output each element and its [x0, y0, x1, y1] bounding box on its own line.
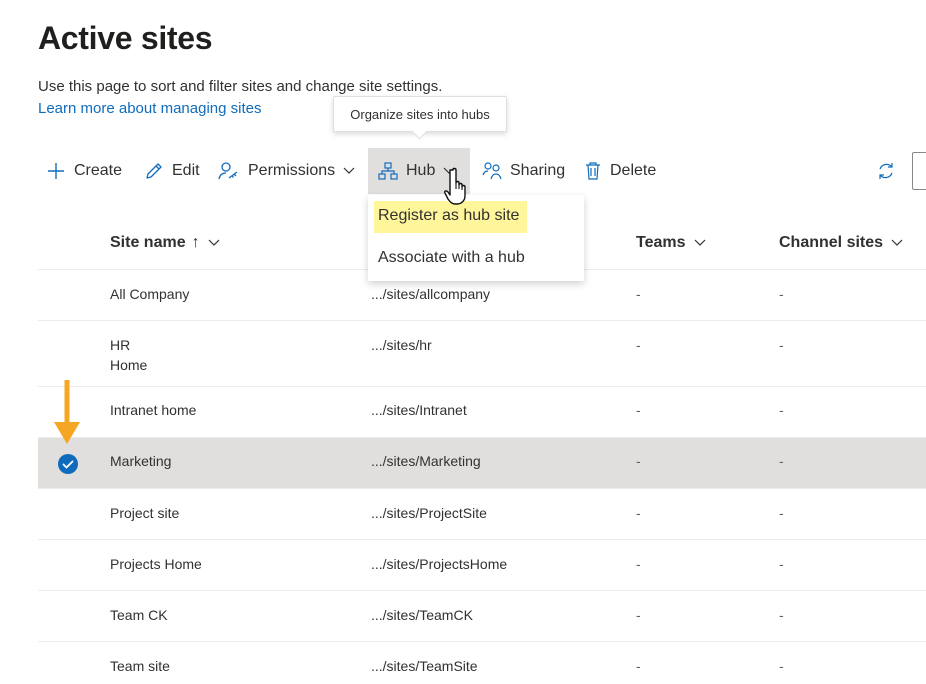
site-name[interactable]: Marketing	[110, 453, 171, 469]
table-row[interactable]: Project site .../sites/ProjectSite - -	[38, 489, 926, 540]
site-url: .../sites/Intranet	[371, 402, 467, 418]
command-bar: Create Edit Permissions Hub Sharing Dele…	[38, 148, 926, 194]
site-name-line-2: Home	[110, 357, 148, 373]
site-teams: -	[636, 286, 641, 302]
hub-icon	[378, 161, 398, 181]
site-name-line-1: HR	[110, 337, 131, 353]
column-channel-sites[interactable]: Channel sites	[779, 234, 903, 252]
table-row-selected[interactable]: Marketing .../sites/Marketing - -	[38, 438, 926, 489]
sites-table-body: All Company .../sites/allcompany - - HR …	[38, 270, 926, 684]
site-teams: -	[636, 556, 641, 572]
associate-hub-item[interactable]: Associate with a hub	[378, 249, 525, 267]
create-button[interactable]: Create	[46, 148, 122, 194]
table-row[interactable]: Projects Home .../sites/ProjectsHome - -	[38, 540, 926, 591]
people-key-icon	[218, 161, 240, 181]
chevron-down-icon	[694, 234, 706, 252]
pencil-icon	[144, 161, 164, 181]
delete-button[interactable]: Delete	[584, 148, 656, 194]
site-name[interactable]: Project site	[110, 505, 179, 521]
site-teams: -	[636, 453, 641, 469]
page-title: Active sites	[38, 20, 213, 56]
delete-label: Delete	[610, 162, 657, 179]
refresh-icon	[876, 161, 896, 181]
table-row[interactable]: HR Home .../sites/hr - -	[38, 321, 926, 387]
site-url: .../sites/hr	[371, 337, 432, 353]
site-channel-sites: -	[779, 607, 784, 623]
column-teams[interactable]: Teams	[636, 234, 706, 252]
annotation-arrow-icon	[52, 380, 82, 450]
table-row[interactable]: Intranet home .../sites/Intranet - -	[38, 387, 926, 438]
trash-icon	[584, 161, 602, 181]
sort-ascending-icon: ↑	[191, 234, 200, 251]
create-label: Create	[74, 162, 123, 179]
site-channel-sites: -	[779, 286, 784, 302]
site-url: .../sites/ProjectSite	[371, 505, 487, 521]
table-row[interactable]: Team CK .../sites/TeamCK - -	[38, 591, 926, 642]
permissions-button[interactable]: Permissions	[218, 148, 355, 194]
hand-cursor-icon	[444, 166, 474, 206]
edit-button[interactable]: Edit	[144, 148, 200, 194]
chevron-down-icon	[208, 234, 220, 252]
site-teams: -	[636, 607, 641, 623]
plus-icon	[46, 161, 66, 181]
site-teams: -	[636, 402, 641, 418]
hub-label: Hub	[406, 162, 436, 179]
hub-dropdown-menu: Register as hub site Associate with a hu…	[368, 195, 584, 281]
site-url: .../sites/ProjectsHome	[371, 556, 508, 572]
people-icon	[482, 161, 502, 181]
site-name[interactable]: Team site	[110, 658, 170, 674]
site-name[interactable]: HR Home	[110, 337, 147, 373]
site-url: .../sites/TeamSite	[371, 658, 478, 674]
sharing-button[interactable]: Sharing	[482, 148, 565, 194]
site-channel-sites: -	[779, 658, 784, 674]
column-channel-sites-label: Channel sites	[779, 234, 884, 251]
chevron-down-icon	[343, 167, 355, 175]
hub-tooltip: Organize sites into hubs	[333, 96, 507, 132]
site-teams: -	[636, 337, 641, 353]
site-teams: -	[636, 505, 641, 521]
site-channel-sites: -	[779, 556, 784, 572]
site-channel-sites: -	[779, 453, 784, 469]
site-channel-sites: -	[779, 402, 784, 418]
sharing-label: Sharing	[510, 162, 566, 179]
site-url: .../sites/Marketing	[371, 453, 481, 469]
site-channel-sites: -	[779, 505, 784, 521]
site-channel-sites: -	[779, 337, 784, 353]
column-site-name-label: Site name	[110, 234, 186, 251]
chevron-down-icon	[891, 234, 903, 252]
column-site-name[interactable]: Site name ↑	[110, 234, 220, 252]
site-name[interactable]: All Company	[110, 286, 189, 302]
permissions-label: Permissions	[248, 162, 336, 179]
learn-more-link[interactable]: Learn more about managing sites	[38, 100, 261, 117]
site-name[interactable]: Team CK	[110, 607, 168, 623]
page-description: Use this page to sort and filter sites a…	[38, 78, 443, 95]
site-name[interactable]: Projects Home	[110, 556, 202, 572]
column-teams-label: Teams	[636, 234, 686, 251]
site-url: .../sites/allcompany	[371, 286, 491, 302]
site-name[interactable]: Intranet home	[110, 402, 196, 418]
view-selector[interactable]	[912, 152, 926, 190]
edit-label: Edit	[172, 162, 200, 179]
refresh-button[interactable]	[876, 148, 896, 194]
row-checked-icon[interactable]	[58, 454, 78, 474]
site-teams: -	[636, 658, 641, 674]
site-url: .../sites/TeamCK	[371, 607, 473, 623]
table-row[interactable]: Team site .../sites/TeamSite - -	[38, 642, 926, 684]
